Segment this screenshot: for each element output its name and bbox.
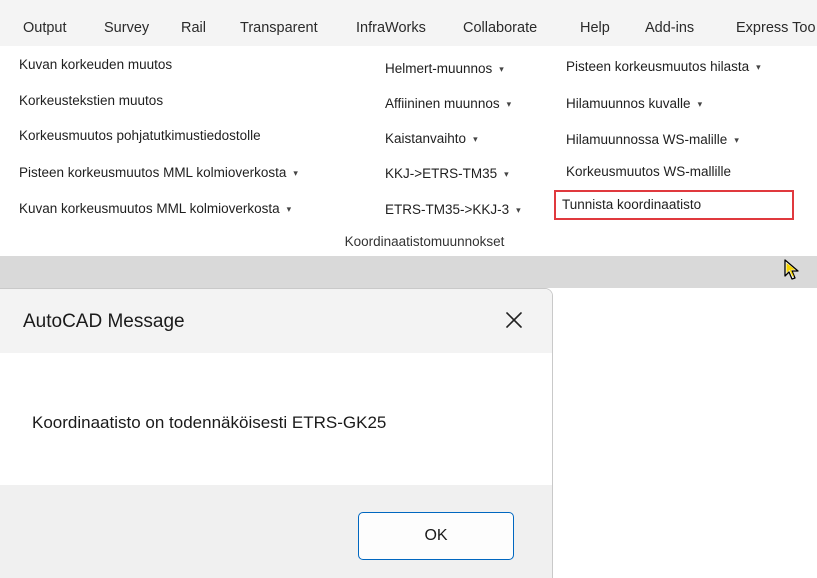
dropdown-arrow-icon[interactable]: ▾ (499, 64, 504, 74)
cmd-label: Affiininen muunnos (385, 96, 500, 111)
ok-button[interactable]: OK (358, 512, 514, 560)
cmd-helmert-muunnos[interactable]: Helmert-muunnos ▾ (385, 61, 504, 76)
cmd-label: Korkeusmuutos WS-mallille (566, 164, 732, 179)
dropdown-arrow-icon[interactable]: ▾ (504, 169, 509, 179)
cmd-pisteen-korkeusmuutos-mml[interactable]: Pisteen korkeusmuutos MML kolmioverkosta… (19, 165, 298, 180)
cmd-kkj-etrs-tm35[interactable]: KKJ->ETRS-TM35 ▾ (385, 166, 509, 181)
tab-add-ins[interactable]: Add-ins (645, 20, 694, 36)
cmd-label: Hilamuunnos kuvalle (566, 96, 691, 111)
dropdown-arrow-icon[interactable]: ▾ (756, 62, 761, 72)
cmd-pisteen-korkeusmuutos-hilasta[interactable]: Pisteen korkeusmuutos hilasta ▾ (566, 59, 761, 74)
cmd-label: Kuvan korkeusmuutos MML kolmioverkosta (19, 201, 280, 216)
ribbon-bottom-strip (0, 256, 817, 288)
tab-rail[interactable]: Rail (181, 20, 206, 36)
cmd-affiininen-muunnos[interactable]: Affiininen muunnos ▾ (385, 96, 511, 111)
cmd-label: Tunnista koordinaatisto (562, 197, 702, 212)
cmd-label: Pisteen korkeusmuutos MML kolmioverkosta (19, 165, 287, 180)
dropdown-arrow-icon[interactable]: ▾ (287, 204, 292, 214)
cmd-kuvan-korkeusmuutos-mml[interactable]: Kuvan korkeusmuutos MML kolmioverkosta ▾ (19, 201, 291, 216)
tab-collaborate[interactable]: Collaborate (463, 20, 537, 36)
cmd-label: Korkeustekstien muutos (19, 93, 164, 108)
autocad-message-dialog: AutoCAD Message Koordinaatisto on todenn… (0, 288, 553, 578)
cmd-label: Korkeusmuutos pohjatutkimustiedostolle (19, 128, 261, 143)
dropdown-arrow-icon[interactable]: ▾ (473, 134, 478, 144)
cmd-korkeusmuutos-ws-mallille[interactable]: Korkeusmuutos WS-mallille (566, 164, 731, 179)
ribbon-panel-koordinaatistomuunnokset: Kuvan korkeuden muutos Korkeustekstien m… (0, 46, 817, 256)
dropdown-arrow-icon[interactable]: ▾ (293, 168, 298, 178)
dialog-body: Koordinaatisto on todennäköisesti ETRS-G… (0, 353, 552, 485)
panel-title: Koordinaatistomuunnokset (0, 234, 817, 249)
tab-infraworks[interactable]: InfraWorks (356, 20, 426, 36)
cmd-etrs-tm35-kkj-3[interactable]: ETRS-TM35->KKJ-3 ▾ (385, 202, 521, 217)
ribbon-tab-bar: Output Survey Rail Transparent InfraWork… (0, 0, 817, 46)
mouse-pointer-icon (784, 259, 799, 280)
tab-express-tools[interactable]: Express Too (736, 20, 816, 36)
cmd-kaistanvaihto[interactable]: Kaistanvaihto ▾ (385, 131, 478, 146)
cmd-kuvan-korkeuden-muutos[interactable]: Kuvan korkeuden muutos (19, 57, 172, 72)
cmd-label: Kaistanvaihto (385, 131, 467, 146)
cmd-korkeustekstien-muutos[interactable]: Korkeustekstien muutos (19, 93, 163, 108)
cmd-hilamuunnos-kuvalle[interactable]: Hilamuunnos kuvalle ▾ (566, 96, 702, 111)
cmd-label: Helmert-muunnos (385, 61, 493, 76)
close-icon[interactable] (496, 303, 532, 337)
dialog-title: AutoCAD Message (23, 311, 185, 332)
cmd-label: Pisteen korkeusmuutos hilasta (566, 59, 750, 74)
cmd-label: Kuvan korkeuden muutos (19, 57, 173, 72)
cmd-label: ETRS-TM35->KKJ-3 (385, 202, 510, 217)
dialog-titlebar[interactable]: AutoCAD Message (0, 289, 552, 353)
dropdown-arrow-icon[interactable]: ▾ (734, 135, 739, 145)
tab-survey[interactable]: Survey (104, 20, 149, 36)
cmd-label: Hilamuunnossa WS-malille (566, 132, 728, 147)
cmd-tunnista-koordinaatisto[interactable]: Tunnista koordinaatisto (562, 197, 701, 212)
dropdown-arrow-icon[interactable]: ▾ (507, 99, 512, 109)
dialog-message: Koordinaatisto on todennäköisesti ETRS-G… (32, 413, 387, 432)
tab-help[interactable]: Help (580, 20, 610, 36)
cmd-korkeusmuutos-pohjatutkimustiedostolle[interactable]: Korkeusmuutos pohjatutkimustiedostolle (19, 128, 261, 143)
tab-transparent[interactable]: Transparent (240, 20, 318, 36)
cmd-hilamuunnossa-ws-malille[interactable]: Hilamuunnossa WS-malille ▾ (566, 132, 739, 147)
dialog-footer: OK (0, 485, 552, 578)
panel-title-label: Koordinaatistomuunnokset (344, 234, 505, 249)
dropdown-arrow-icon[interactable]: ▾ (698, 99, 703, 109)
tab-output[interactable]: Output (23, 20, 67, 36)
cmd-label: KKJ->ETRS-TM35 (385, 166, 498, 181)
dropdown-arrow-icon[interactable]: ▾ (516, 205, 521, 215)
